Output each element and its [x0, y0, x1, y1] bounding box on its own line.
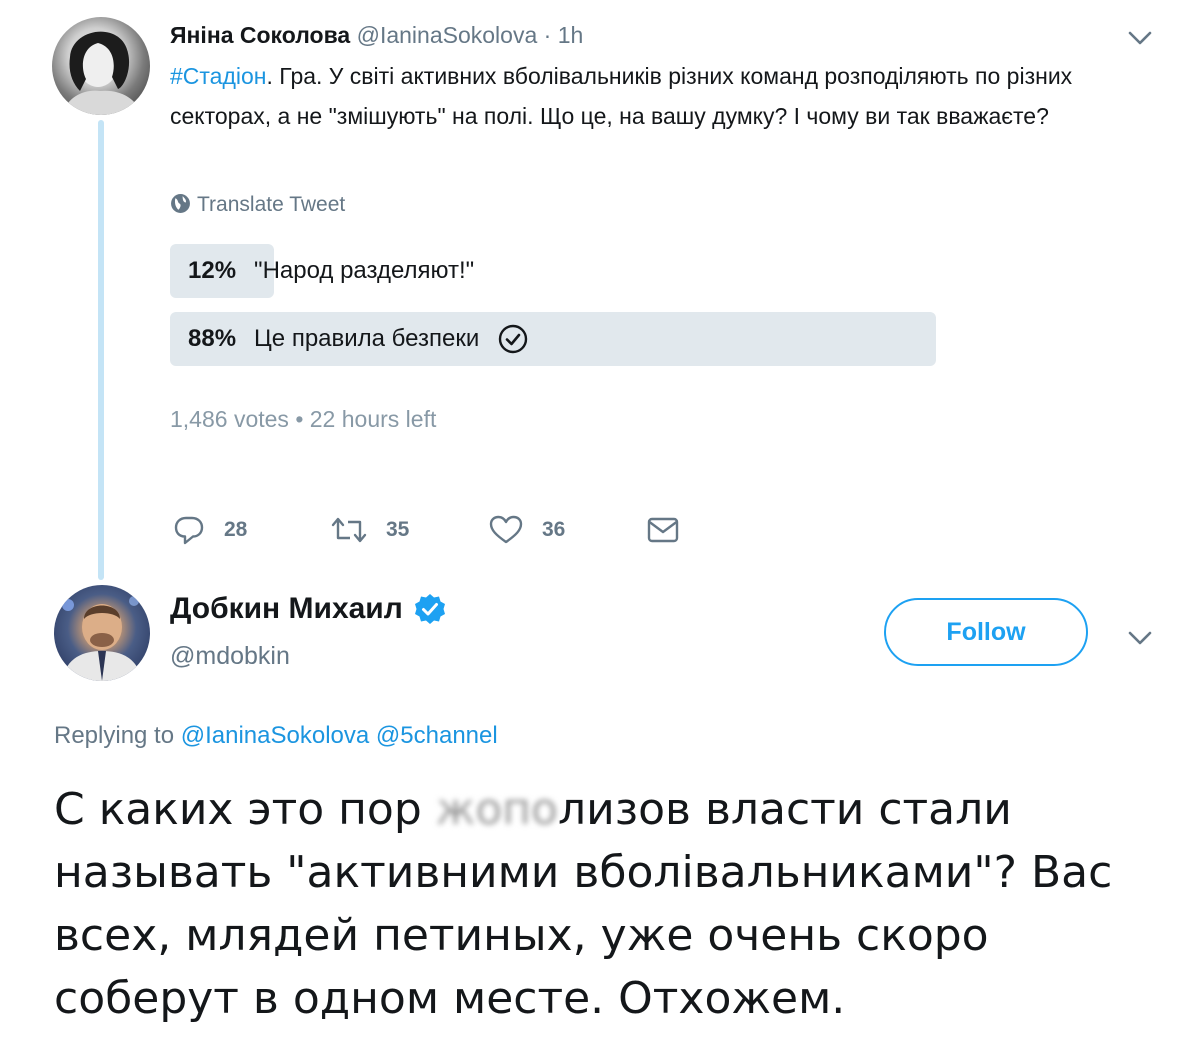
author-name[interactable]: Яніна Соколова	[170, 22, 350, 48]
replying-to: Replying to @IaninaSokolova @5channel	[54, 722, 498, 750]
retweet-button[interactable]: 35	[330, 510, 409, 550]
poll-votes: 1,486 votes	[170, 406, 289, 432]
poll-meta: 1,486 votes • 22 hours left	[170, 406, 436, 433]
direct-message-button[interactable]	[646, 510, 698, 550]
like-button[interactable]: 36	[488, 510, 565, 550]
tweet-text: #Стадіон. Гра. У світі активних вболівал…	[170, 56, 1170, 136]
poll-option-2: 88% Це правила безпеки	[170, 312, 1040, 366]
tweet-timestamp[interactable]: 1h	[558, 22, 584, 48]
mention-link[interactable]: @5channel	[376, 722, 498, 749]
reply-tweet-text: С каких это пор жополизов власти стали н…	[54, 778, 1174, 1030]
reply-text-part: С каких это пор	[54, 784, 436, 835]
hashtag-link[interactable]: #Стадіон	[170, 63, 267, 89]
avatar-photo	[62, 596, 142, 681]
reply-count: 28	[224, 518, 248, 541]
author-name[interactable]: Добкин Михаил	[170, 592, 447, 626]
retweet-count: 35	[386, 518, 410, 541]
author-display-name: Добкин Михаил	[170, 592, 403, 625]
like-count: 36	[542, 518, 566, 541]
avatar-photo	[62, 31, 142, 115]
reply-icon	[174, 516, 204, 545]
retweet-icon	[331, 517, 367, 543]
poll-time-left: 22 hours left	[309, 406, 437, 432]
author-handle[interactable]: @mdobkin	[170, 642, 290, 671]
translate-label: Translate Tweet	[197, 193, 346, 216]
poll-percent: 88%	[188, 325, 237, 352]
envelope-icon	[647, 517, 679, 543]
censored-word: жопо	[435, 784, 558, 835]
replying-to-label: Replying to	[54, 722, 175, 749]
thread-connector-line	[98, 120, 104, 580]
chevron-down-icon[interactable]	[1124, 624, 1156, 652]
author-avatar-dobkin[interactable]	[54, 585, 150, 681]
tweet-header: Яніна Соколова @IaninaSokolova · 1h	[170, 20, 583, 50]
tweet-body: . Гра. У світі активних вболівальників р…	[170, 63, 1073, 129]
chevron-down-icon[interactable]	[1124, 24, 1156, 52]
verified-badge-icon	[413, 592, 447, 626]
reply-button[interactable]: 28	[172, 510, 247, 550]
poll-percent: 12%	[188, 257, 237, 284]
poll-option-1: 12% "Народ разделяют!"	[170, 244, 1040, 298]
translate-tweet-link[interactable]: Translate Tweet	[170, 190, 345, 220]
header-separator: ·	[543, 22, 552, 48]
heart-icon	[489, 515, 523, 544]
author-handle[interactable]: @IaninaSokolova	[357, 22, 538, 48]
check-circle-icon	[497, 323, 529, 355]
author-avatar-ianina[interactable]	[52, 17, 150, 115]
poll-option-label: "Народ разделяют!"	[254, 257, 475, 284]
follow-button[interactable]: Follow	[884, 598, 1088, 666]
poll-option-label: Це правила безпеки	[254, 325, 480, 352]
poll-meta-separator: •	[295, 406, 304, 432]
globe-icon	[171, 194, 190, 213]
mention-link[interactable]: @IaninaSokolova	[181, 722, 369, 749]
